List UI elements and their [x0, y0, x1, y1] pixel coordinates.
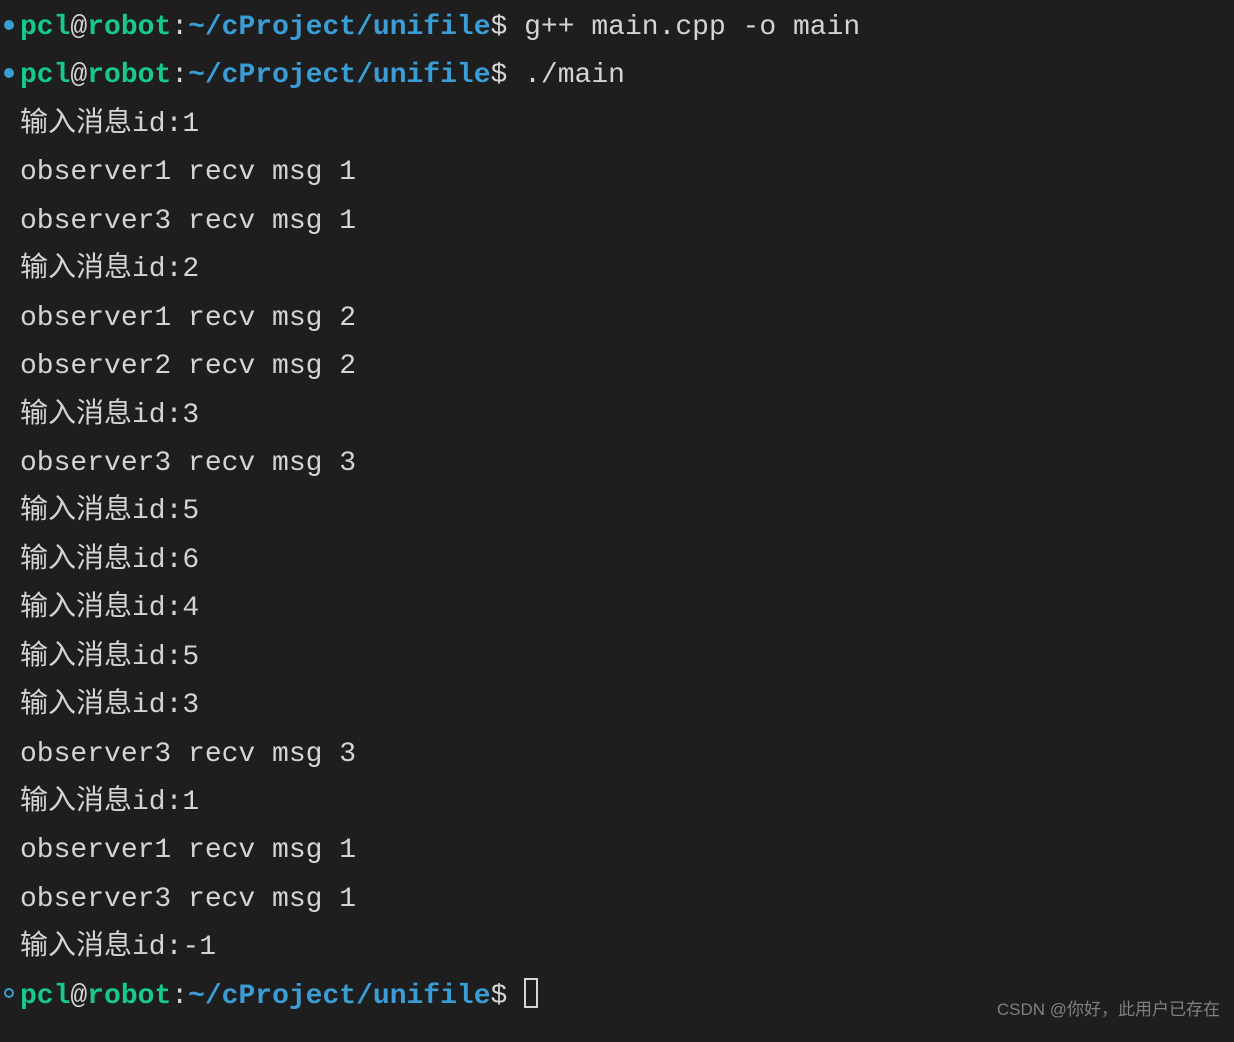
cursor-icon — [524, 978, 538, 1008]
output-line: 输入消息id:2 — [0, 246, 1234, 294]
output-line: observer3 recv msg 1 — [0, 198, 1234, 246]
prompt-user: pcl — [20, 60, 70, 91]
prompt-colon: : — [171, 12, 188, 43]
prompt-at: @ — [70, 981, 87, 1012]
prompt-user: pcl — [20, 981, 70, 1012]
bullet-icon — [4, 68, 14, 78]
output-line: observer3 recv msg 1 — [0, 876, 1234, 924]
output-line: 输入消息id:1 — [0, 101, 1234, 149]
prompt-host: robot — [87, 981, 171, 1012]
prompt-colon: : — [171, 981, 188, 1012]
prompt-colon: : — [171, 60, 188, 91]
bullet-hollow-icon — [4, 988, 14, 998]
bullet-icon — [4, 20, 14, 30]
prompt-at: @ — [70, 60, 87, 91]
prompt-path: ~/cProject/unifile — [188, 60, 490, 91]
output-line: observer1 recv msg 1 — [0, 149, 1234, 197]
output-line: observer2 recv msg 2 — [0, 343, 1234, 391]
output-line: observer1 recv msg 1 — [0, 827, 1234, 875]
output-line: observer1 recv msg 2 — [0, 295, 1234, 343]
output-line: 输入消息id:3 — [0, 682, 1234, 730]
output-line: 输入消息id:1 — [0, 779, 1234, 827]
watermark-text: CSDN @你好，此用户已存在 — [997, 995, 1220, 1024]
command-text: g++ main.cpp -o main — [524, 12, 860, 43]
output-line: 输入消息id:4 — [0, 585, 1234, 633]
output-line: observer3 recv msg 3 — [0, 440, 1234, 488]
prompt-dollar: $ — [491, 981, 525, 1012]
prompt-dollar: $ — [491, 60, 525, 91]
output-line: 输入消息id:5 — [0, 488, 1234, 536]
output-line: 输入消息id:3 — [0, 392, 1234, 440]
output-line: 输入消息id:5 — [0, 634, 1234, 682]
output-line: 输入消息id:-1 — [0, 924, 1234, 972]
prompt-line-1: pcl@robot:~/cProject/unifile$ ./main — [0, 52, 1234, 100]
prompt-user: pcl — [20, 12, 70, 43]
prompt-dollar: $ — [491, 12, 525, 43]
output-line: observer3 recv msg 3 — [0, 731, 1234, 779]
output-line: 输入消息id:6 — [0, 537, 1234, 585]
prompt-host: robot — [87, 60, 171, 91]
prompt-path: ~/cProject/unifile — [188, 12, 490, 43]
command-text: ./main — [524, 60, 625, 91]
prompt-at: @ — [70, 12, 87, 43]
prompt-host: robot — [87, 12, 171, 43]
prompt-line-0: pcl@robot:~/cProject/unifile$ g++ main.c… — [0, 4, 1234, 52]
prompt-path: ~/cProject/unifile — [188, 981, 490, 1012]
